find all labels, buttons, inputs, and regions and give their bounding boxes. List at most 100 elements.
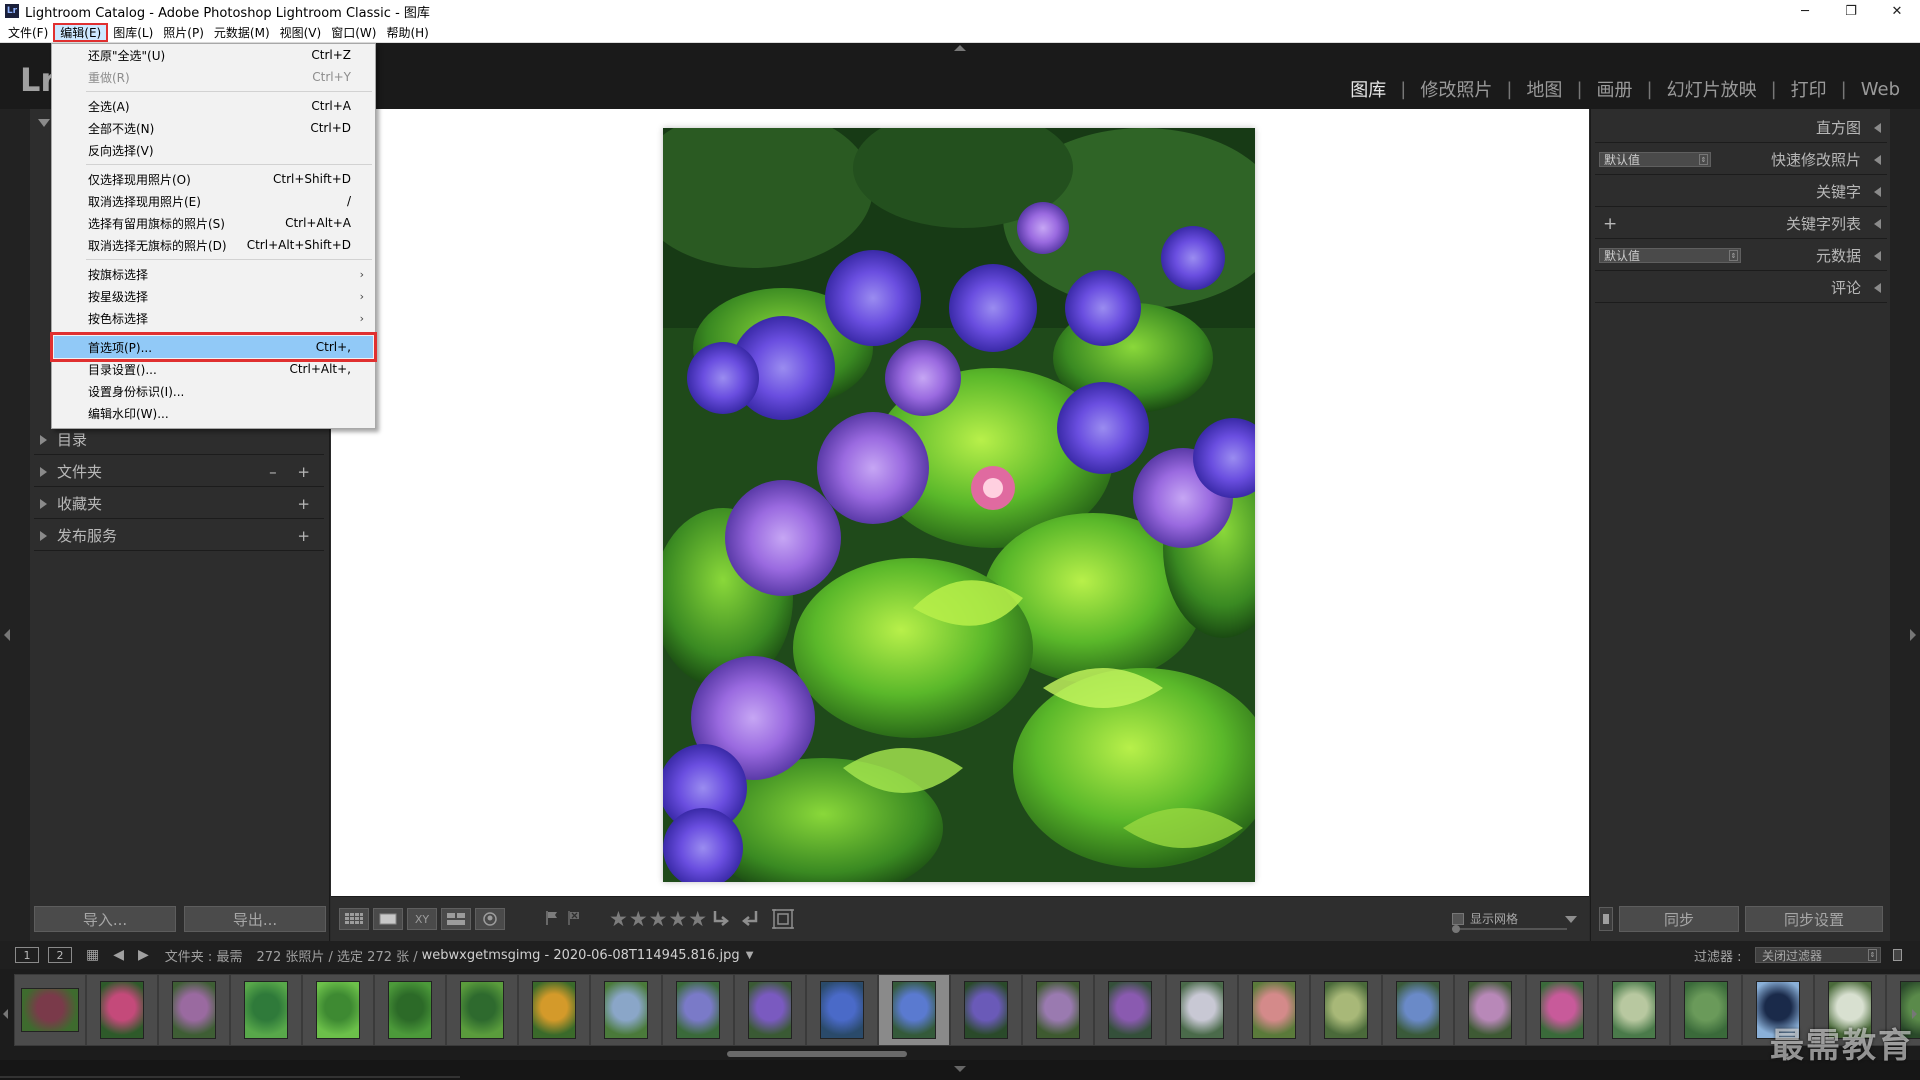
module-library[interactable]: 图库 [1348, 76, 1388, 102]
secondary-window-button[interactable]: 2 [48, 947, 72, 963]
show-grid-checkbox[interactable] [1452, 912, 1464, 925]
add-keyword-button[interactable]: + [1603, 214, 1617, 234]
filmstrip-thumbnail[interactable] [1166, 974, 1238, 1046]
catalog-section[interactable]: 目录 [34, 425, 324, 455]
grid-view-icon[interactable] [339, 908, 369, 930]
folders-actions[interactable]: – + [269, 463, 318, 481]
back-arrow-icon[interactable]: ◀ [113, 947, 124, 963]
filmstrip-thumbnail[interactable] [1382, 974, 1454, 1046]
menu-item-redo[interactable]: 重做(R) Ctrl+Y [54, 66, 373, 88]
hydrangea-photo[interactable] [663, 128, 1255, 882]
quick-develop-preset-select[interactable]: 默认值 ⇕ [1599, 152, 1711, 167]
collapse-top-panel-icon[interactable] [954, 45, 966, 51]
menu-item-select-flagged[interactable]: 选择有留用旗标的照片(S) Ctrl+Alt+A [54, 212, 373, 234]
filter-select[interactable]: 关闭过滤器 ⇕ [1755, 947, 1881, 963]
filmstrip-thumbnail[interactable] [950, 974, 1022, 1046]
publish-services-section[interactable]: 发布服务 + [34, 521, 324, 551]
filmstrip-thumbnail[interactable] [158, 974, 230, 1046]
menu-item-catalog-settings[interactable]: 目录设置()... Ctrl+Alt+, [54, 358, 373, 380]
navigator-toggle-icon[interactable] [38, 119, 50, 127]
collapse-right-panel-icon[interactable] [1910, 629, 1916, 641]
star-rating[interactable]: ★★★★★ [609, 907, 708, 931]
folders-section[interactable]: 文件夹 – + [34, 457, 324, 487]
menu-item-identity-plate[interactable]: 设置身份标识(I)... [54, 380, 373, 402]
filmstrip-thumbnail[interactable] [446, 974, 518, 1046]
filmstrip-thumbnail[interactable] [1526, 974, 1598, 1046]
source-path[interactable]: 文件夹 : 最需 [165, 946, 243, 965]
rotate-right-icon[interactable] [739, 908, 761, 934]
flag-pick-icon[interactable] [545, 910, 559, 930]
module-slideshow[interactable]: 幻灯片放映 [1665, 76, 1759, 102]
menu-item-deselect-unflagged[interactable]: 取消选择无旗标的照片(D) Ctrl+Alt+Shift+D [54, 234, 373, 256]
menu-window[interactable]: 窗口(W) [326, 23, 381, 42]
menu-item-select-only-active[interactable]: 仅选择现用照片(O) Ctrl+Shift+D [54, 168, 373, 190]
auto-sync-switch[interactable] [1599, 907, 1613, 931]
collapse-left-panel-icon[interactable] [4, 629, 10, 641]
menu-item-invert-selection[interactable]: 反向选择(V) [54, 139, 373, 161]
menu-item-edit-watermarks[interactable]: 编辑水印(W)... [54, 402, 373, 424]
people-view-icon[interactable] [475, 908, 505, 930]
filmstrip-thumbnail[interactable] [1310, 974, 1382, 1046]
comments-section[interactable]: 评论 [1595, 273, 1887, 303]
menu-item-select-by-flag[interactable]: 按旗标选择 › [54, 263, 373, 285]
forward-arrow-icon[interactable]: ▶ [138, 947, 149, 963]
module-print[interactable]: 打印 [1789, 76, 1829, 102]
slider-knob[interactable] [1452, 925, 1460, 933]
filmstrip-thumbnail[interactable] [1598, 974, 1670, 1046]
toolbar-menu-chevron-icon[interactable] [1565, 916, 1577, 923]
filmstrip-thumbnail[interactable] [518, 974, 590, 1046]
module-develop[interactable]: 修改照片 [1418, 76, 1494, 102]
flag-reject-icon[interactable] [567, 910, 581, 930]
minimize-button[interactable]: ─ [1782, 0, 1828, 22]
survey-view-icon[interactable] [441, 908, 471, 930]
grid-size-slider[interactable] [1452, 925, 1567, 933]
quick-develop-section[interactable]: 默认值 ⇕ 快速修改照片 [1595, 145, 1887, 175]
module-book[interactable]: 画册 [1595, 76, 1635, 102]
menu-file[interactable]: 文件(F) [3, 23, 53, 42]
loupe-view-icon[interactable] [373, 908, 403, 930]
module-map[interactable]: 地图 [1524, 76, 1564, 102]
filmstrip-thumbnail[interactable] [230, 974, 302, 1046]
filmstrip-thumbnail[interactable] [1670, 974, 1742, 1046]
filmstrip-thumbnail[interactable] [734, 974, 806, 1046]
show-grid-option[interactable]: 显示网格 [1452, 910, 1518, 927]
crop-overlay-icon[interactable] [771, 907, 795, 935]
histogram-section[interactable]: 直方图 [1595, 113, 1887, 143]
keywording-section[interactable]: 关键字 [1595, 177, 1887, 207]
filmstrip-thumbnail[interactable] [14, 974, 86, 1046]
grid-icon[interactable]: ▦ [86, 947, 99, 963]
menu-item-select-all[interactable]: 全选(A) Ctrl+A [54, 95, 373, 117]
add-collection-button[interactable]: + [297, 495, 318, 513]
menu-view[interactable]: 视图(V) [275, 23, 327, 42]
filmstrip-thumbnail[interactable] [1094, 974, 1166, 1046]
menu-item-deselect-active[interactable]: 取消选择现用照片(E) / [54, 190, 373, 212]
menu-item-select-none[interactable]: 全部不选(N) Ctrl+D [54, 117, 373, 139]
import-button[interactable]: 导入... [34, 906, 176, 932]
menu-photo[interactable]: 照片(P) [158, 23, 209, 42]
menu-item-select-by-color[interactable]: 按色标选择 › [54, 307, 373, 329]
menu-help[interactable]: 帮助(H) [381, 23, 433, 42]
sync-settings-button[interactable]: 同步设置 [1745, 906, 1883, 932]
rotate-left-icon[interactable] [709, 908, 731, 934]
filter-lock-icon[interactable] [1893, 949, 1902, 961]
collections-section[interactable]: 收藏夹 + [34, 489, 324, 519]
close-button[interactable]: ✕ [1874, 0, 1920, 22]
menu-metadata[interactable]: 元数据(M) [209, 23, 275, 42]
filmstrip-thumbnail[interactable] [86, 974, 158, 1046]
filmstrip-thumbnail[interactable] [1238, 974, 1310, 1046]
export-button[interactable]: 导出... [184, 906, 326, 932]
filename-dropdown-icon[interactable]: ▼ [746, 950, 754, 961]
module-web[interactable]: Web [1859, 79, 1902, 100]
menu-edit[interactable]: 编辑(E) [53, 22, 109, 42]
sync-button[interactable]: 同步 [1619, 906, 1739, 932]
filmstrip-thumbnail[interactable] [662, 974, 734, 1046]
menu-item-preferences[interactable]: 首选项(P)... Ctrl+, [50, 332, 377, 362]
metadata-section[interactable]: 默认值 ⇕ 元数据 [1595, 241, 1887, 271]
filmstrip-thumbnail[interactable] [878, 974, 950, 1046]
filmstrip-thumbnail[interactable] [374, 974, 446, 1046]
keyword-list-section[interactable]: + 关键字列表 [1595, 209, 1887, 239]
filmstrip-thumbnail[interactable] [590, 974, 662, 1046]
restore-button[interactable]: ❐ [1828, 0, 1874, 22]
filmstrip-scrollbar[interactable] [727, 1051, 907, 1057]
menu-item-select-by-rating[interactable]: 按星级选择 › [54, 285, 373, 307]
